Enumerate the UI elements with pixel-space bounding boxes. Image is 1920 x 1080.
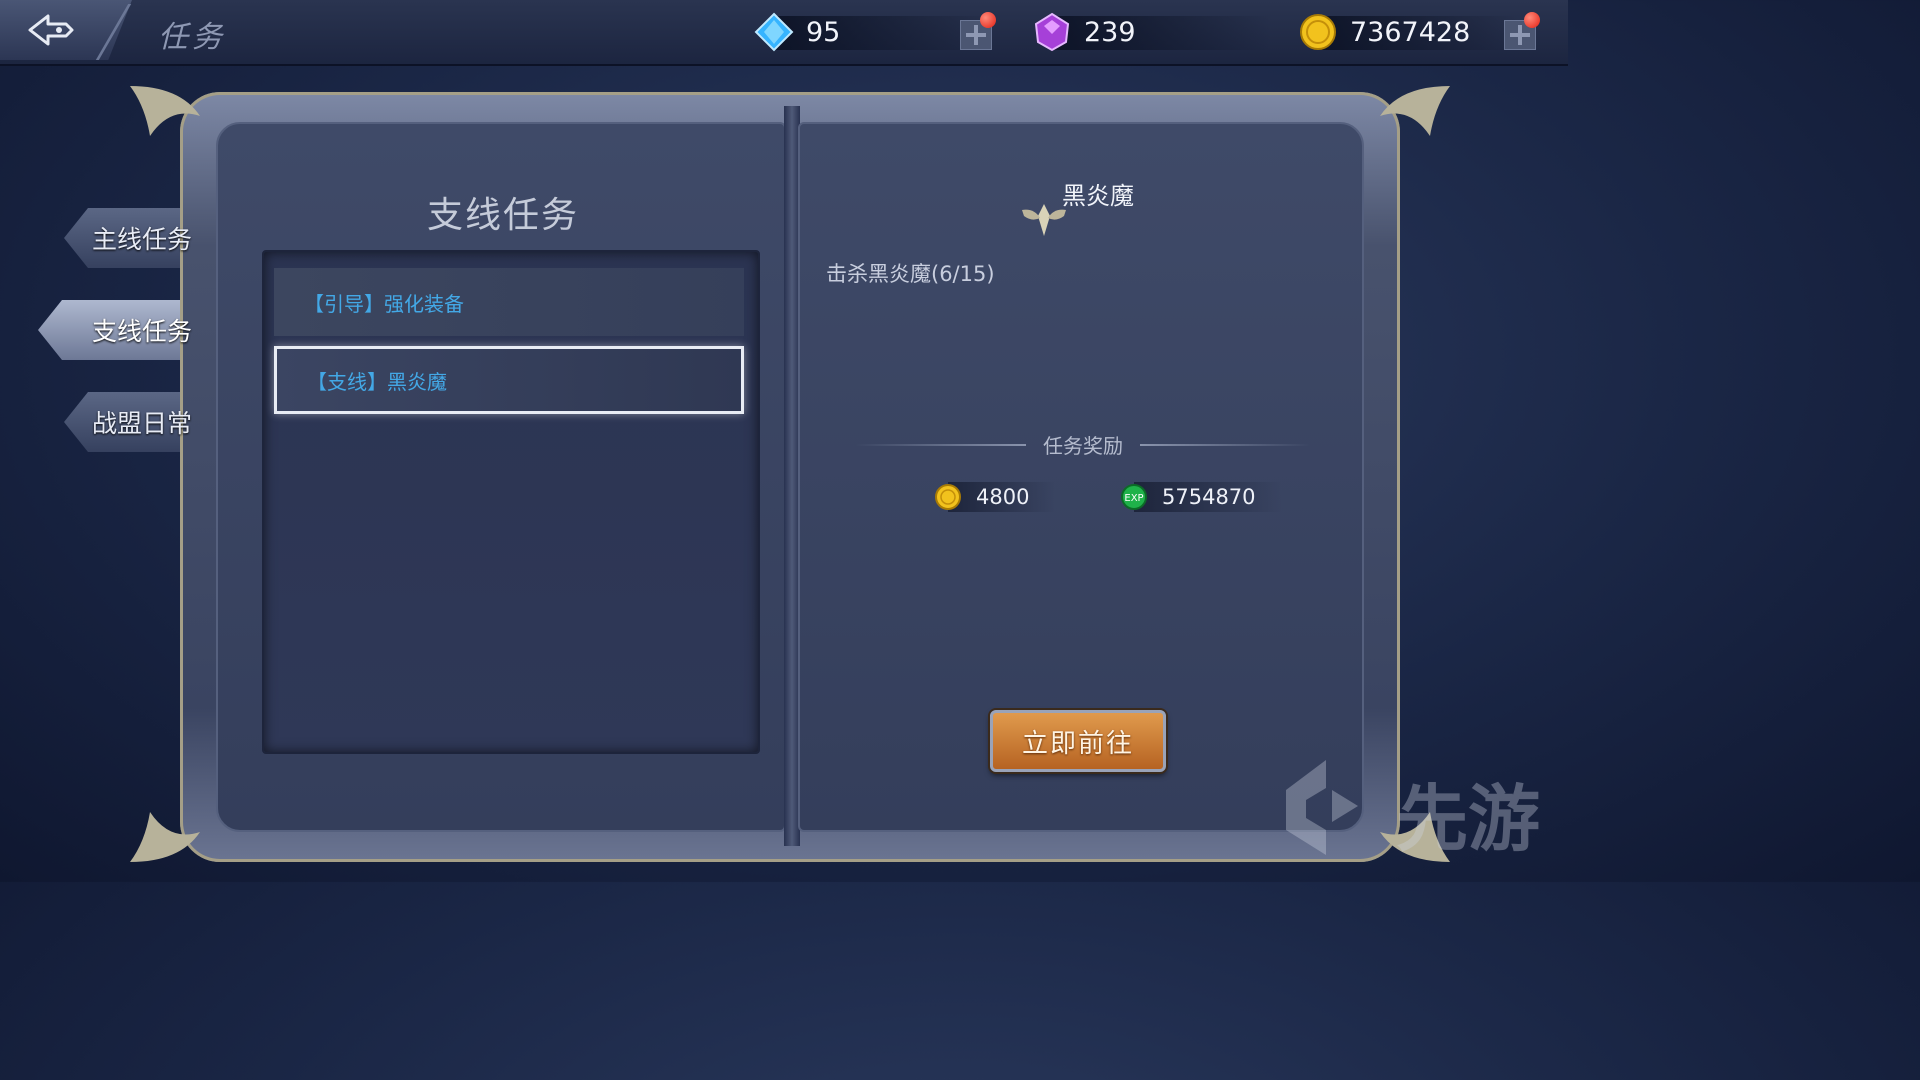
quest-label: 【支线】黑炎魔 (307, 369, 447, 394)
currency-crystal: 239 (1032, 10, 1272, 54)
tab-label: 主线任务 (91, 225, 192, 254)
top-bar: 任务 95 239 7367428 (0, 0, 1568, 66)
add-diamond-button[interactable] (958, 12, 996, 50)
tab-alliance-daily[interactable]: 战盟日常 (64, 392, 198, 452)
quest-book: 支线任务 【引导】强化装备 【支线】黑炎魔 黑炎魔 击杀黑炎魔(6/15) 任务… (130, 86, 1450, 862)
exp-icon: EXP (1121, 484, 1147, 510)
quest-item-black-flame-demon[interactable]: 【支线】黑炎魔 (274, 346, 744, 414)
svg-text:EXP: EXP (1124, 493, 1143, 504)
left-page: 支线任务 【引导】强化装备 【支线】黑炎魔 (216, 122, 786, 832)
corner-ornament-icon (130, 812, 200, 862)
watermark-logo-icon (1286, 760, 1358, 855)
add-gold-button[interactable] (1502, 12, 1540, 50)
diamond-value: 95 (806, 16, 841, 48)
reward-exp: EXP 5754870 (1120, 480, 1282, 514)
winged-emblem-icon (1022, 204, 1066, 236)
corner-ornament-icon (130, 86, 200, 136)
reward-gold-value: 4800 (976, 485, 1030, 509)
notification-dot (980, 12, 996, 28)
reward-divider-right (1140, 444, 1310, 446)
watermark-text: 先游 (1396, 777, 1541, 861)
tab-label: 战盟日常 (91, 409, 192, 438)
reward-exp-value: 5754870 (1162, 485, 1256, 509)
section-title: 支线任务 (426, 195, 579, 236)
back-arrow-icon (28, 14, 74, 46)
blue-diamond-icon (754, 12, 794, 52)
corner-ornament-icon (1380, 86, 1450, 136)
currency-gold: 7367428 (1298, 10, 1518, 54)
tab-side-quests[interactable]: 支线任务 (38, 300, 198, 360)
right-page: 黑炎魔 击杀黑炎魔(6/15) 任务奖励 4800 EXP 5754870 立即… (798, 122, 1364, 832)
gold-coin-icon (1300, 14, 1336, 50)
go-now-button[interactable]: 立即前往 (990, 710, 1166, 772)
reward-gold: 4800 (934, 480, 1056, 514)
screen-title: 任务 (158, 20, 226, 55)
quest-objective: 击杀黑炎魔(6/15) (826, 262, 995, 286)
watermark: 先游 (1266, 750, 1566, 870)
tab-main-quests[interactable]: 主线任务 (64, 208, 198, 268)
quest-list[interactable]: 【引导】强化装备 【支线】黑炎魔 (262, 250, 760, 754)
tab-label: 支线任务 (91, 317, 192, 346)
boss-name: 黑炎魔 (1062, 182, 1134, 210)
gold-coin-icon (935, 484, 961, 510)
currency-diamond: 95 (754, 10, 994, 54)
quest-item-enhance-equipment[interactable]: 【引导】强化装备 (274, 268, 744, 336)
crystal-value: 239 (1084, 16, 1136, 48)
notification-dot (1524, 12, 1540, 28)
gold-value: 7367428 (1350, 16, 1471, 48)
quest-label: 【引导】强化装备 (304, 291, 464, 316)
purple-crystal-icon (1034, 12, 1070, 52)
